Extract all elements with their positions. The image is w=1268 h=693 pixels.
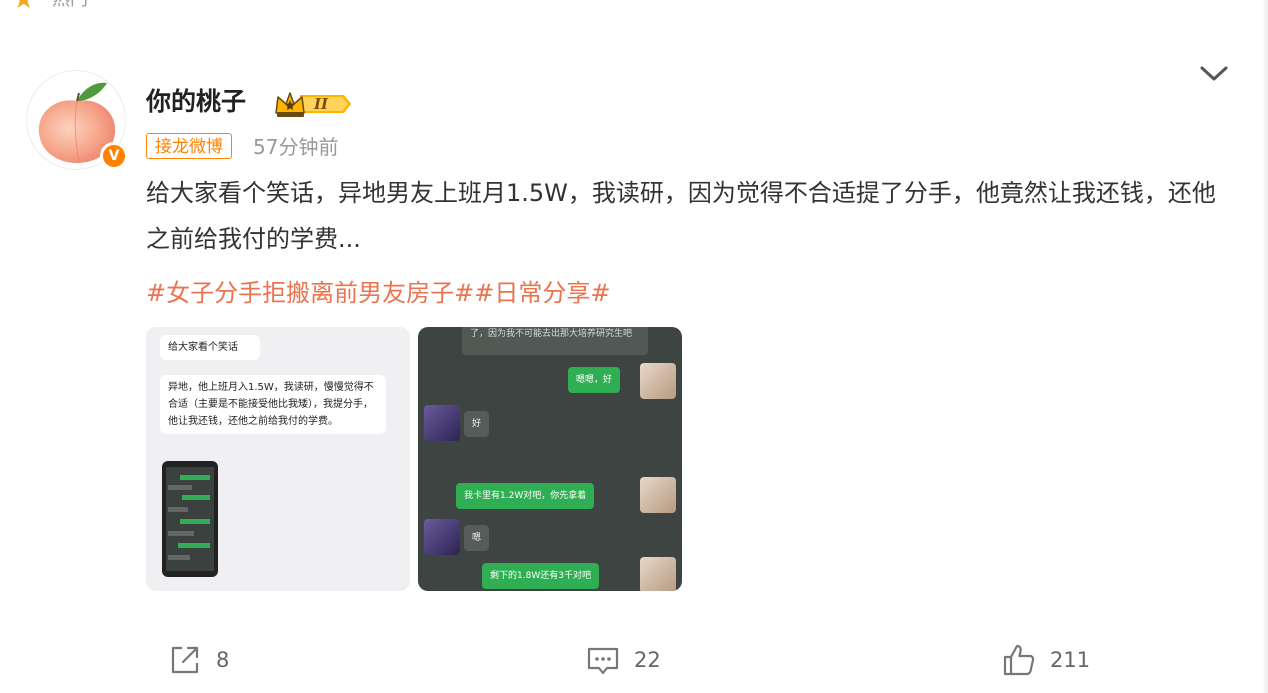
chat-bubble: 嗯嗯，好 [568,367,621,393]
repost-count: 8 [216,648,230,672]
topic-link[interactable]: #女子分手拒搬离前男友房子# [146,279,474,307]
scroll-edge [1262,0,1268,693]
comment-button[interactable]: 22 [586,640,661,680]
thumbs-up-icon [1003,644,1035,676]
chat-bubble: 好 [464,411,490,437]
post-image[interactable]: 了，因为我不可能去出那大培养研究生吧 嗯嗯，好 好 我卡里有1.2W对吧，你先拿… [418,327,682,591]
chat-bubble: 剩下的1.8W还有3千对吧 [482,563,599,589]
avatar [640,363,676,399]
chevron-down-icon[interactable] [1198,58,1230,90]
avatar [424,405,460,441]
chat-bubble: 了，因为我不可能去出那大培养研究生吧 [462,327,648,355]
post-image[interactable]: 给大家看个笑话 异地，他上班月入1.5W，我读研，慢慢觉得不合适（主要是不能接受… [146,327,410,591]
comment-icon [587,647,619,675]
verified-badge: V [100,142,128,170]
like-count: 211 [1050,648,1091,672]
chat-bubble: 给大家看个笑话 [160,335,260,360]
chat-bubble: 嗯 [464,525,490,551]
avatar [640,477,676,513]
phone-thumbnail [162,461,218,577]
comment-count: 22 [634,648,661,672]
avatar [424,519,460,555]
star-icon: ★ [12,0,36,15]
crown-icon[interactable]: II [274,89,352,119]
topic-link[interactable]: #日常分享# [474,279,610,307]
source-tag[interactable]: 接龙微博 [146,133,232,159]
hot-label: 热门 [52,0,88,10]
chat-bubble: 异地，他上班月入1.5W，我读研，慢慢觉得不合适（主要是不能接受他比我矮），我提… [160,375,386,434]
topics: #女子分手拒搬离前男友房子##日常分享# [146,270,610,316]
repost-icon [171,646,199,674]
post-text: 给大家看个笑话，异地男友上班月1.5W，我读研，因为觉得不合适提了分手，他竟然让… [146,179,1216,253]
post-time[interactable]: 57分钟前 [253,133,338,161]
member-level: II [314,95,329,113]
avatar [640,557,676,591]
chat-bubble: 我卡里有1.2W对吧，你先拿着 [456,483,595,509]
repost-button[interactable]: 8 [168,640,229,680]
author-name[interactable]: 你的桃子 [146,86,246,118]
like-button[interactable]: 211 [1002,640,1090,680]
